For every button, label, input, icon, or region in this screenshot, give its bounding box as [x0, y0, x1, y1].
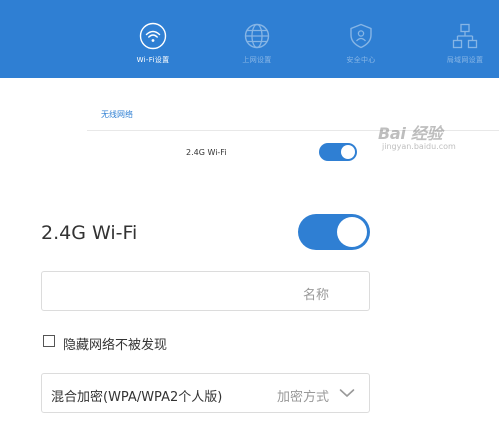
tab-label: 上网设置 [242, 56, 272, 64]
wifi-name-field-label: 名称 [302, 288, 329, 303]
encryption-field-label: 加密方式 [276, 390, 329, 405]
tab-label: Wi-Fi设置 [136, 56, 170, 64]
tab-wifi-settings[interactable]: Wi-Fi设置 [113, 22, 193, 65]
tab-label: 局域网设置 [446, 56, 484, 64]
tab-label: 安全中心 [346, 56, 376, 64]
tab-security-center[interactable]: 安全中心 [321, 22, 401, 65]
tab-lan-settings[interactable]: 局域网设置 [425, 22, 499, 65]
top-nav-bar: Wi-Fi设置 上网设置 安全中心 局域网设置 [0, 0, 499, 78]
watermark-url: jingyan.baidu.com [382, 142, 456, 151]
wifi-name-field[interactable]: 名称 [41, 271, 370, 311]
hide-network-label: 隐藏网络不被发现 [63, 338, 168, 353]
chevron-down-icon [339, 389, 355, 397]
wifi-name-input[interactable] [50, 280, 280, 302]
globe-icon [244, 23, 270, 49]
encryption-select[interactable]: 混合加密(WPA/WPA2个人版) 加密方式 [41, 373, 370, 413]
toggle-knob [341, 145, 355, 159]
baidu-jingyan-watermark: Bai 经验 jingyan.baidu.com [378, 118, 478, 158]
tab-internet-settings[interactable]: 上网设置 [217, 22, 297, 65]
wifi-24g-summary-label: 2.4G Wi-Fi [186, 148, 227, 157]
watermark-logo-text: Bai 经验 [378, 124, 443, 143]
router-settings-page: Wi-Fi设置 上网设置 安全中心 局域网设置 无线网络 2.4G Wi-Fi … [0, 0, 499, 424]
wifi-icon [139, 22, 167, 50]
shield-icon [350, 23, 372, 49]
network-icon [452, 23, 478, 49]
wifi-24g-toggle[interactable] [298, 214, 370, 250]
hide-network-checkbox[interactable] [43, 335, 55, 347]
wifi-24g-summary-toggle[interactable] [319, 143, 357, 161]
toggle-knob [337, 217, 367, 247]
wifi-24g-label: 2.4G Wi-Fi [41, 222, 138, 244]
encryption-selected-value: 混合加密(WPA/WPA2个人版) [51, 390, 223, 405]
section-title-wireless: 无线网络 [101, 110, 133, 119]
